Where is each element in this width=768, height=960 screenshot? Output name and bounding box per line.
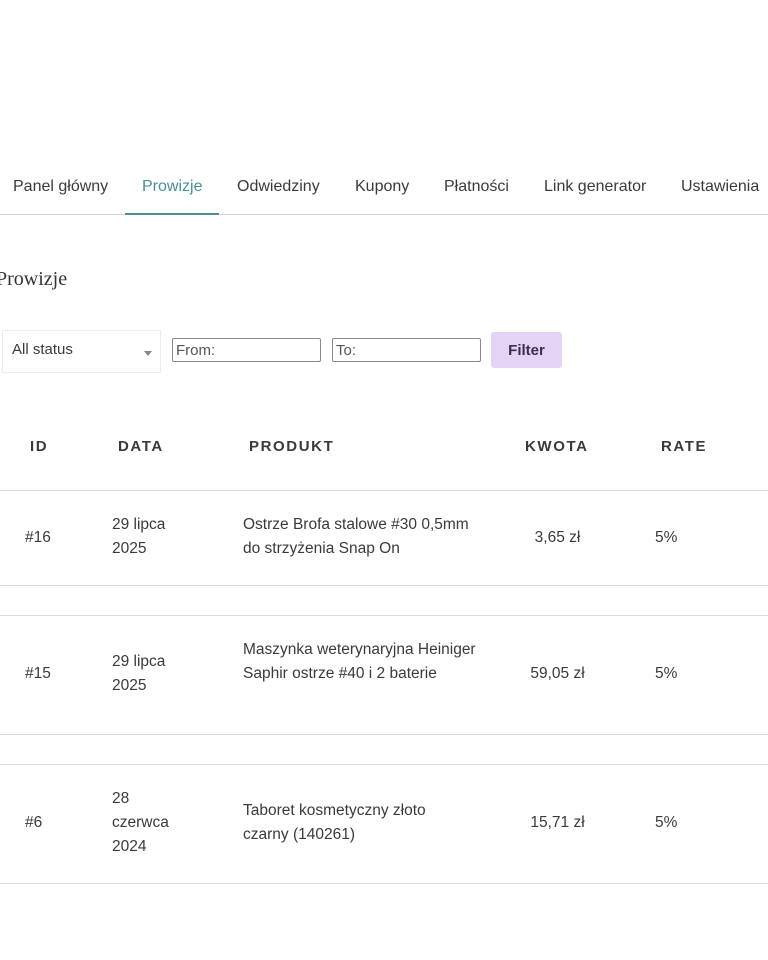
table-row: #6 28 czerwca 2024 Taboret kosmetyczny z… <box>0 765 768 883</box>
chevron-down-icon <box>144 351 152 356</box>
table-divider <box>0 734 768 735</box>
table-divider <box>0 883 768 884</box>
to-date-input[interactable] <box>332 338 481 362</box>
page-title: Prowizje <box>0 268 68 290</box>
cell-amount: 15,71 zł <box>530 814 585 831</box>
tab-kupony[interactable]: Kupony <box>355 160 409 214</box>
tab-prowizje[interactable]: Prowizje <box>124 160 221 215</box>
cell-rate: 5% <box>655 814 678 831</box>
tab-link-generator[interactable]: Link generator <box>544 160 646 214</box>
cell-rate: 5% <box>655 529 678 546</box>
table-divider <box>0 585 768 586</box>
column-header-id: ID <box>30 438 49 455</box>
cell-product: Ostrze Brofa stalowe #30 0,5mm do strzyż… <box>243 516 469 557</box>
table-row: #16 29 lipca 2025 Ostrze Brofa stalowe #… <box>0 491 768 585</box>
cell-date: 28 czerwca 2024 <box>112 790 169 855</box>
cell-product: Maszynka weterynaryjna Heiniger Saphir o… <box>243 641 476 682</box>
status-select[interactable]: All status <box>2 330 161 373</box>
cell-product: Taboret kosmetyczny złoto czarny (140261… <box>243 802 426 843</box>
column-header-kwota: KWOTA <box>525 438 589 455</box>
page: Panel główny Prowizje Odwiedziny Kupony … <box>0 0 768 960</box>
cell-rate: 5% <box>655 665 678 682</box>
tab-panel-glowny[interactable]: Panel główny <box>13 160 108 214</box>
cell-date: 29 lipca 2025 <box>112 653 166 694</box>
from-date-input[interactable] <box>172 338 321 362</box>
column-header-produkt: PRODUKT <box>249 438 335 455</box>
cell-id: #6 <box>25 814 43 831</box>
tab-ustawienia[interactable]: Ustawienia <box>681 160 759 214</box>
filter-button[interactable]: Filter <box>491 332 562 368</box>
cell-id: #16 <box>25 529 51 546</box>
table-row: #15 29 lipca 2025 Maszynka weterynaryjna… <box>0 616 768 734</box>
column-header-data: DATA <box>118 438 164 455</box>
cell-id: #15 <box>25 665 51 682</box>
cell-amount: 3,65 zł <box>534 529 581 546</box>
cell-amount: 59,05 zł <box>530 665 585 682</box>
tab-bar: Panel główny Prowizje Odwiedziny Kupony … <box>0 160 768 215</box>
cell-date: 29 lipca 2025 <box>112 516 166 557</box>
tab-odwiedziny[interactable]: Odwiedziny <box>237 160 320 214</box>
status-select-value: All status <box>12 341 73 358</box>
tab-platnosci[interactable]: Płatności <box>444 160 509 214</box>
column-header-rate: RATE <box>661 438 708 455</box>
